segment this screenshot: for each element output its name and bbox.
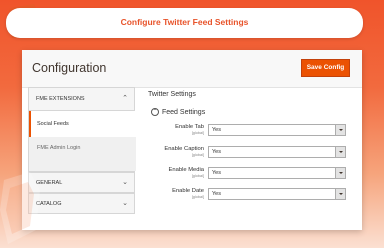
sidebar-section-fme-extensions[interactable]: FME EXTENSIONS ⌃ Social Feeds FME Admin … — [28, 87, 136, 172]
group-title[interactable]: Feed Settings — [162, 109, 205, 116]
field-scope: [global] — [191, 174, 204, 178]
chevron-down-icon: ⌄ — [122, 200, 128, 207]
field-label: Enable Date [global] — [148, 188, 204, 199]
dropdown-arrow-icon — [335, 168, 345, 178]
enable-media-select[interactable]: Yes — [208, 167, 346, 179]
dropdown-arrow-icon — [335, 125, 345, 135]
field-name: Enable Date — [172, 188, 204, 194]
sidebar-item-social-feeds[interactable]: Social Feeds — [29, 111, 136, 137]
watermark-logo — [0, 170, 52, 248]
enable-caption-select[interactable]: Yes — [208, 146, 346, 158]
sidebar-section-label: FME EXTENSIONS — [36, 96, 85, 102]
field-label: Enable Media [global] — [148, 167, 204, 178]
collapse-icon[interactable]: ⌃ — [151, 108, 159, 116]
enable-date-select[interactable]: Yes — [208, 188, 346, 200]
banner-title: Configure Twitter Feed Settings — [120, 17, 249, 27]
sidebar-item-fme-admin-login[interactable]: FME Admin Login — [29, 137, 136, 171]
field-name: Enable Tab — [175, 124, 204, 130]
save-config-button[interactable]: Save Config — [301, 59, 350, 77]
sidebar-item-label: FME Admin Login — [37, 145, 81, 151]
dropdown-arrow-icon — [335, 189, 345, 199]
sidebar-item-label: Social Feeds — [37, 121, 69, 127]
dropdown-arrow-icon — [335, 147, 345, 157]
config-main: Twitter Settings ⌃ Feed Settings Enable … — [148, 87, 358, 230]
page-title: Configuration — [32, 61, 107, 75]
title-banner: Configure Twitter Feed Settings — [6, 8, 363, 38]
select-value: Yes — [212, 149, 221, 155]
field-label: Enable Tab [global] — [148, 124, 204, 135]
chevron-down-icon: ⌄ — [122, 179, 128, 186]
field-scope: [global] — [191, 131, 204, 135]
field-scope: [global] — [191, 153, 204, 157]
page-header: Configuration Save Config — [22, 50, 362, 88]
select-value: Yes — [212, 170, 221, 176]
chevron-up-icon: ⌃ — [122, 95, 128, 102]
section-title: Twitter Settings — [148, 91, 196, 98]
field-scope: [global] — [191, 195, 204, 199]
enable-tab-select[interactable]: Yes — [208, 124, 346, 136]
select-value: Yes — [212, 191, 221, 197]
field-label: Enable Caption [global] — [148, 146, 204, 157]
field-name: Enable Media — [168, 167, 204, 173]
field-name: Enable Caption — [164, 146, 204, 152]
select-value: Yes — [212, 127, 221, 133]
configuration-panel: Configuration Save Config FME EXTENSIONS… — [22, 50, 362, 230]
